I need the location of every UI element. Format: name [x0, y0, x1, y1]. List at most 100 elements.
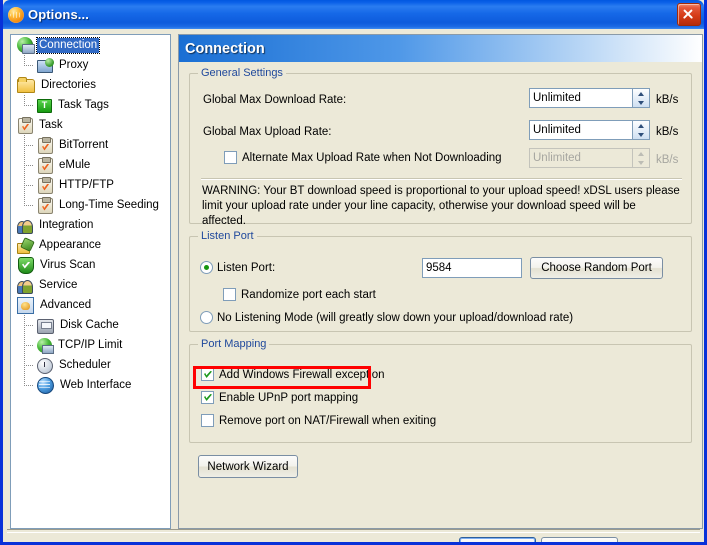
- upload-rate-spinner[interactable]: [529, 120, 650, 140]
- listen-port-input[interactable]: [422, 258, 522, 278]
- sidebar-item-web-interface[interactable]: Web Interface: [11, 375, 170, 395]
- listen-port-radio-row[interactable]: Listen Port:: [200, 261, 275, 274]
- upload-rate-input[interactable]: [529, 120, 633, 140]
- alternate-upload-rate-input: [529, 148, 633, 168]
- alternate-upload-rate-label: Alternate Max Upload Rate when Not Downl…: [242, 152, 502, 164]
- sidebar-item-label: Advanced: [38, 298, 93, 313]
- sidebar-item-service[interactable]: Service: [11, 275, 170, 295]
- sidebar-item-bittorrent[interactable]: BitTorrent: [11, 135, 170, 155]
- upload-rate-spin-buttons[interactable]: [633, 120, 650, 140]
- sidebar-item-task-tags[interactable]: Task Tags: [11, 95, 170, 115]
- listen-port-radio[interactable]: [200, 261, 213, 274]
- sidebar-item-label: Connection: [37, 38, 99, 53]
- remove-port-label: Remove port on NAT/Firewall when exiting: [219, 415, 436, 427]
- apply-button: Apply: [623, 537, 700, 545]
- randomize-port-checkbox-row[interactable]: Randomize port each start: [223, 288, 376, 301]
- clock-icon: [37, 358, 53, 374]
- window-title: Options...: [28, 7, 89, 22]
- sidebar-item-proxy[interactable]: Proxy: [11, 55, 170, 75]
- sidebar-item-tcp-ip-limit[interactable]: TCP/IP Limit: [11, 335, 170, 355]
- windows-firewall-checkbox[interactable]: [201, 368, 214, 381]
- upnp-label: Enable UPnP port mapping: [219, 392, 358, 404]
- sidebar-item-label: Web Interface: [58, 378, 133, 393]
- sidebar-item-label: Virus Scan: [38, 258, 97, 273]
- sidebar-item-scheduler[interactable]: Scheduler: [11, 355, 170, 375]
- sidebar-item-label: Proxy: [57, 58, 90, 73]
- footer-separator: [7, 529, 700, 533]
- settings-tree[interactable]: Connection Proxy Directories Task Tags Task B…: [10, 34, 171, 529]
- alternate-upload-rate-checkbox[interactable]: [224, 151, 237, 164]
- sidebar-item-label: eMule: [57, 158, 92, 173]
- remove-port-checkbox-row[interactable]: Remove port on NAT/Firewall when exiting: [201, 414, 436, 427]
- folder-icon: [17, 79, 35, 93]
- sidebar-item-label: Task: [37, 118, 65, 133]
- sidebar-item-label: Service: [37, 278, 79, 293]
- clipboard-icon: [38, 178, 53, 194]
- download-rate-label: Global Max Download Rate:: [203, 94, 346, 106]
- listen-port-group: Listen Port Listen Port: Choose Random P…: [189, 236, 692, 332]
- port-mapping-group: Port Mapping Add Windows Firewall except…: [189, 344, 692, 443]
- spin-up-icon: [633, 149, 649, 158]
- spin-down-icon[interactable]: [633, 98, 649, 107]
- alternate-upload-rate-spinner[interactable]: [529, 148, 650, 168]
- clipboard-icon: [38, 198, 53, 214]
- dialog-client-area: Connection Proxy Directories Task Tags Task B…: [3, 29, 704, 539]
- upload-rate-label: Global Max Upload Rate:: [203, 126, 331, 138]
- randomize-port-checkbox[interactable]: [223, 288, 236, 301]
- settings-content-pane: Connection General Settings Global Max D…: [178, 34, 703, 529]
- sidebar-item-label: Task Tags: [56, 98, 111, 113]
- upnp-checkbox[interactable]: [201, 391, 214, 404]
- clipboard-icon: [18, 118, 33, 134]
- warning-text: WARNING: Your BT download speed is propo…: [202, 184, 681, 229]
- listen-port-title: Listen Port: [198, 230, 257, 242]
- spin-up-icon[interactable]: [633, 121, 649, 130]
- sidebar-item-disk-cache[interactable]: Disk Cache: [11, 315, 170, 335]
- network-wizard-button[interactable]: Network Wizard: [198, 455, 298, 478]
- spin-down-icon[interactable]: [633, 130, 649, 139]
- close-icon[interactable]: [677, 3, 701, 26]
- sidebar-item-emule[interactable]: eMule: [11, 155, 170, 175]
- alternate-rate-spin-buttons: [633, 148, 650, 168]
- globe-icon: [17, 37, 33, 53]
- sidebar-item-task[interactable]: Task: [11, 115, 170, 135]
- download-rate-spin-buttons[interactable]: [633, 88, 650, 108]
- windows-firewall-checkbox-row[interactable]: Add Windows Firewall exception: [201, 368, 385, 381]
- download-rate-spinner[interactable]: [529, 88, 650, 108]
- sidebar-item-label: TCP/IP Limit: [56, 338, 124, 353]
- spin-up-icon[interactable]: [633, 89, 649, 98]
- ok-button[interactable]: OK: [459, 537, 536, 545]
- sidebar-item-http-ftp[interactable]: HTTP/FTP: [11, 175, 170, 195]
- sidebar-item-long-time-seeding[interactable]: Long-Time Seeding: [11, 195, 170, 215]
- cancel-button[interactable]: Cancel: [541, 537, 618, 545]
- randomize-port-label: Randomize port each start: [241, 289, 376, 301]
- no-listening-mode-radio-row[interactable]: No Listening Mode (will greatly slow dow…: [200, 311, 573, 324]
- sidebar-item-connection[interactable]: Connection: [11, 35, 170, 55]
- page-header: Connection: [179, 35, 702, 62]
- sidebar-item-integration[interactable]: Integration: [11, 215, 170, 235]
- clipboard-icon: [38, 158, 53, 174]
- title-bar[interactable]: Options...: [3, 0, 704, 29]
- general-settings-title: General Settings: [198, 67, 286, 79]
- sidebar-item-label: Long-Time Seeding: [57, 198, 161, 213]
- sidebar-item-directories[interactable]: Directories: [11, 75, 170, 95]
- sidebar-item-appearance[interactable]: Appearance: [11, 235, 170, 255]
- sidebar-item-label: HTTP/FTP: [57, 178, 116, 193]
- sidebar-item-virus-scan[interactable]: Virus Scan: [11, 255, 170, 275]
- remove-port-checkbox[interactable]: [201, 414, 214, 427]
- brush-icon: [17, 239, 33, 253]
- tag-icon: [37, 99, 52, 113]
- upnp-checkbox-row[interactable]: Enable UPnP port mapping: [201, 391, 358, 404]
- choose-random-port-button[interactable]: Choose Random Port: [530, 257, 663, 279]
- alternate-upload-rate-checkbox-row[interactable]: Alternate Max Upload Rate when Not Downl…: [224, 151, 502, 164]
- shield-icon: [18, 257, 34, 274]
- page-title: Connection: [185, 41, 265, 57]
- download-rate-input[interactable]: [529, 88, 633, 108]
- sidebar-item-label: Appearance: [37, 238, 103, 253]
- general-settings-group: General Settings Global Max Download Rat…: [189, 73, 692, 224]
- web-icon: [37, 377, 54, 394]
- clipboard-icon: [38, 138, 53, 154]
- sidebar-item-advanced[interactable]: Advanced: [11, 295, 170, 315]
- no-listening-mode-radio[interactable]: [200, 311, 213, 324]
- app-sphere-icon: [8, 7, 24, 23]
- no-listening-mode-label: No Listening Mode (will greatly slow dow…: [217, 312, 573, 324]
